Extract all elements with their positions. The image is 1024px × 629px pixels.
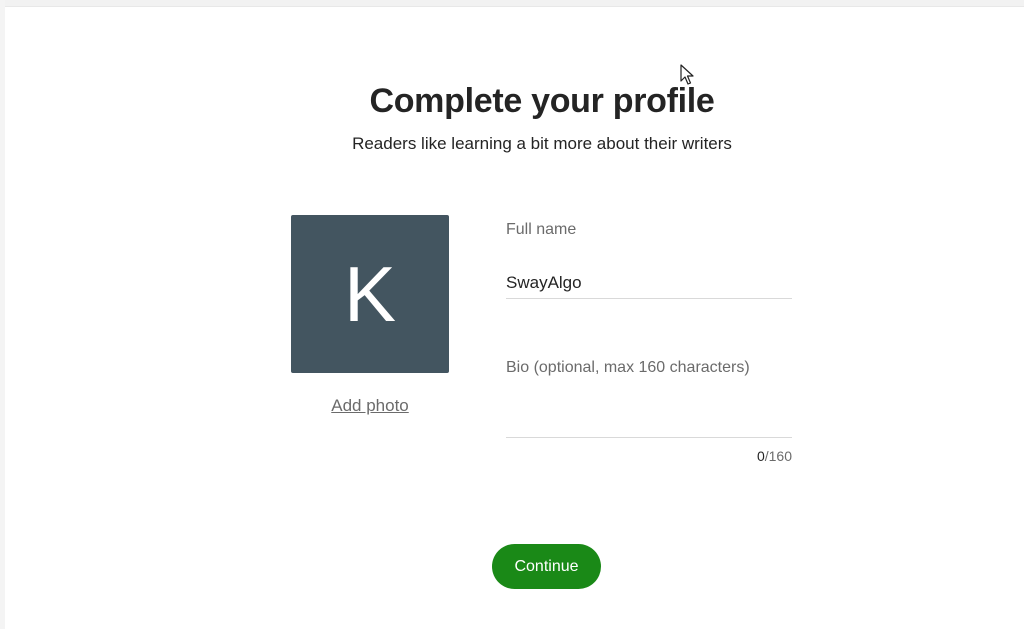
window-top-strip — [0, 0, 1024, 7]
full-name-label: Full name — [506, 221, 577, 238]
continue-button[interactable]: Continue — [492, 544, 601, 589]
bio-input[interactable] — [506, 384, 792, 438]
bio-label: Bio (optional, max 160 characters) — [506, 359, 750, 376]
mouse-pointer-icon — [680, 64, 694, 85]
page-subtitle: Readers like learning a bit more about t… — [352, 134, 732, 153]
full-name-input[interactable] — [506, 268, 792, 299]
bio-count-current: 0 — [756, 448, 765, 464]
add-photo-link[interactable]: Add photo — [291, 396, 449, 416]
bio-character-counter: 0/160 — [692, 448, 792, 464]
bio-count-max: /160 — [764, 448, 792, 464]
page-title: Complete your profile — [369, 82, 715, 120]
avatar-initial: K — [343, 250, 397, 338]
avatar: K — [291, 215, 449, 373]
profile-page: Complete your profile Readers like learn… — [0, 0, 1024, 629]
